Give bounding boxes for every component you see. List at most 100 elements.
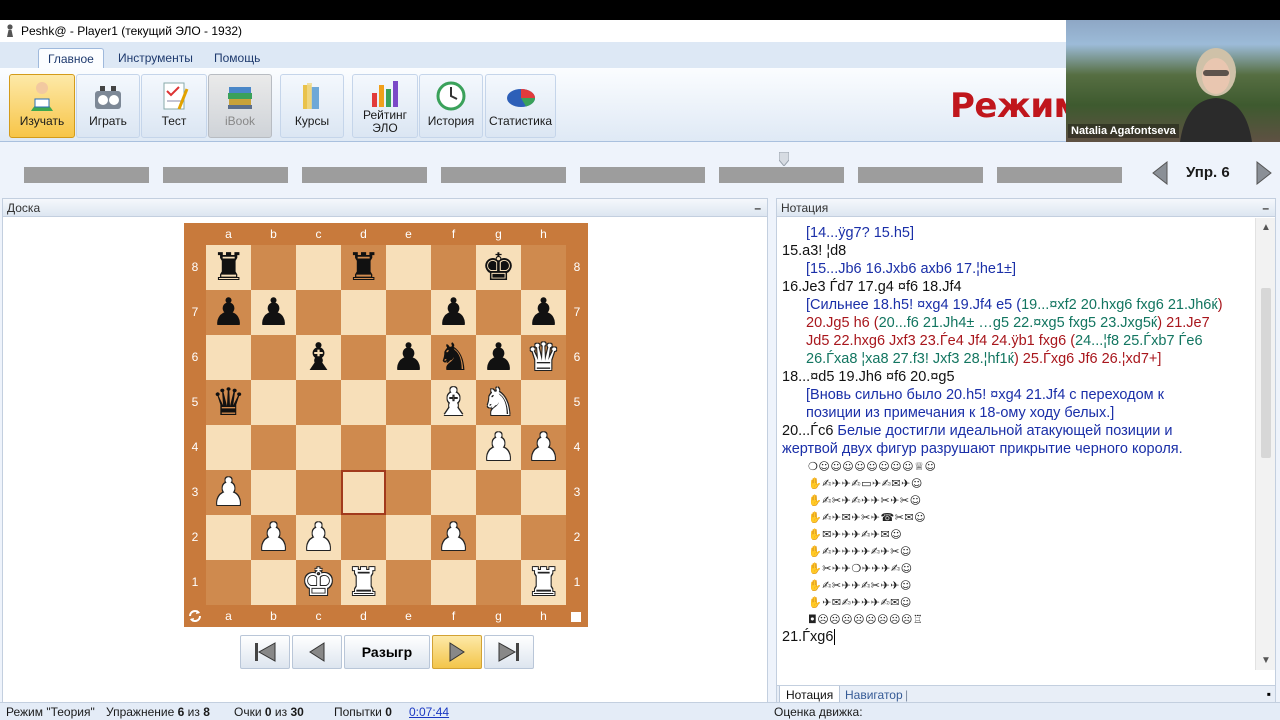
black-bishop-icon[interactable]: ♝ bbox=[301, 335, 335, 380]
subvariation-text[interactable]: 26.Ѓxa8 ¦xa8 27.f3! Jxf3 28.¦hf1ќ bbox=[806, 351, 1014, 367]
black-king-icon[interactable]: ♚ bbox=[481, 245, 515, 290]
black-pawn-icon[interactable]: ♟ bbox=[211, 290, 245, 335]
square-d4[interactable] bbox=[341, 425, 386, 470]
square-f8[interactable] bbox=[431, 245, 476, 290]
black-queen-icon[interactable]: ♛ bbox=[211, 380, 245, 425]
history-button[interactable]: История bbox=[419, 74, 483, 138]
play-out-button[interactable]: Разыгр bbox=[344, 635, 430, 669]
square-a6[interactable] bbox=[206, 335, 251, 380]
white-pawn-icon[interactable]: ♟ bbox=[211, 470, 245, 515]
square-b3[interactable] bbox=[251, 470, 296, 515]
notation-line[interactable]: 20...Ѓc6 Белые достигли идеальной атакую… bbox=[782, 422, 1255, 440]
first-move-button[interactable] bbox=[240, 635, 290, 669]
notation-line[interactable]: 18...¤d5 19.Jh6 ¤f6 20.¤g5 bbox=[782, 368, 1255, 386]
square-b1[interactable] bbox=[251, 560, 296, 605]
square-a5[interactable]: ♛ bbox=[206, 380, 251, 425]
square-b7[interactable]: ♟ bbox=[251, 290, 296, 335]
notation-line[interactable]: Jd5 22.hxg6 Jxf3 23.Ѓe4 Jf4 24.ÿb1 fxg6 … bbox=[782, 332, 1255, 350]
study-button[interactable]: Изучать bbox=[9, 74, 75, 138]
square-g7[interactable] bbox=[476, 290, 521, 335]
white-bishop-icon[interactable]: ♝ bbox=[436, 380, 470, 425]
variation-text[interactable]: [15...Jb6 16.Jxb6 axb6 17.¦he1±] bbox=[806, 261, 1016, 277]
courses-button[interactable]: Курсы bbox=[280, 74, 344, 138]
variation-text[interactable]: [Сильнее 18.h5! ¤xg4 19.Jf4 e5 ( bbox=[806, 297, 1021, 313]
scroll-down-icon[interactable]: ▼ bbox=[1261, 655, 1271, 666]
square-h4[interactable]: ♟ bbox=[521, 425, 566, 470]
move-text[interactable]: 16.Je3 Ѓd7 17.g4 ¤f6 18.Jf4 bbox=[782, 279, 962, 295]
square-a8[interactable]: ♜ bbox=[206, 245, 251, 290]
white-pawn-icon[interactable]: ♟ bbox=[256, 515, 290, 560]
square-b8[interactable] bbox=[251, 245, 296, 290]
comment-text[interactable]: [Вновь сильно было 20.h5! ¤xg4 21.Jf4 с … bbox=[806, 387, 1164, 403]
square-a4[interactable] bbox=[206, 425, 251, 470]
next-move-button[interactable] bbox=[432, 635, 482, 669]
notation-line[interactable]: 21.Ѓxg6 bbox=[782, 628, 1255, 646]
square-h3[interactable] bbox=[521, 470, 566, 515]
subvariation-text[interactable]: 20...f6 21.Jh4± …g5 22.¤xg5 fxg5 23.Jxg5… bbox=[879, 315, 1158, 331]
notation-text[interactable]: [14...ÿg7? 15.h5] 15.a3! ¦d8 [15...Jb6 1… bbox=[777, 218, 1255, 670]
white-king-icon[interactable]: ♚ bbox=[301, 560, 335, 605]
black-pawn-icon[interactable]: ♟ bbox=[481, 335, 515, 380]
square-a7[interactable]: ♟ bbox=[206, 290, 251, 335]
black-pawn-icon[interactable]: ♟ bbox=[436, 290, 470, 335]
notation-line[interactable]: [Вновь сильно было 20.h5! ¤xg4 21.Jf4 с … bbox=[782, 386, 1255, 404]
variation-text[interactable]: ) 21.Je7 bbox=[1157, 315, 1209, 331]
square-c7[interactable] bbox=[296, 290, 341, 335]
square-f1[interactable] bbox=[431, 560, 476, 605]
notation-line[interactable]: 16.Je3 Ѓd7 17.g4 ¤f6 18.Jf4 bbox=[782, 278, 1255, 296]
rating-button[interactable]: Рейтинг ЭЛО bbox=[352, 74, 418, 138]
flip-board-icon[interactable] bbox=[188, 609, 202, 623]
notation-line[interactable]: жертвой двух фигур разрушают прикрытие ч… bbox=[782, 440, 1255, 458]
square-g1[interactable] bbox=[476, 560, 521, 605]
square-e3[interactable] bbox=[386, 470, 431, 515]
progress-segment-6[interactable] bbox=[719, 167, 844, 183]
white-knight-icon[interactable]: ♞ bbox=[481, 380, 515, 425]
ibook-button[interactable]: iBook bbox=[208, 74, 272, 138]
test-button[interactable]: Тест bbox=[141, 74, 207, 138]
progress-segment-2[interactable] bbox=[163, 167, 288, 183]
square-a1[interactable] bbox=[206, 560, 251, 605]
notation-line[interactable]: 20.Jg5 h6 (20...f6 21.Jh4± …g5 22.¤xg5 f… bbox=[782, 314, 1255, 332]
square-b6[interactable] bbox=[251, 335, 296, 380]
square-b5[interactable] bbox=[251, 380, 296, 425]
black-pawn-icon[interactable]: ♟ bbox=[256, 290, 290, 335]
move-text[interactable]: 15.a3! ¦d8 bbox=[782, 243, 846, 259]
progress-segment-3[interactable] bbox=[302, 167, 427, 183]
subvariation-text[interactable]: 19...¤xf2 20.hxg6 fxg6 21.Jh6ќ bbox=[1021, 297, 1218, 313]
notation-line[interactable]: [15...Jb6 16.Jxb6 axb6 17.¦he1±] bbox=[782, 260, 1255, 278]
square-b2[interactable]: ♟ bbox=[251, 515, 296, 560]
black-pawn-icon[interactable]: ♟ bbox=[526, 290, 560, 335]
square-h8[interactable] bbox=[521, 245, 566, 290]
ribbon-tab-main[interactable]: Главное bbox=[38, 48, 104, 68]
next-exercise-icon[interactable] bbox=[1256, 161, 1272, 185]
square-d6[interactable] bbox=[341, 335, 386, 380]
square-d8[interactable]: ♜ bbox=[341, 245, 386, 290]
square-d1[interactable]: ♜ bbox=[341, 560, 386, 605]
square-f7[interactable]: ♟ bbox=[431, 290, 476, 335]
square-f2[interactable]: ♟ bbox=[431, 515, 476, 560]
square-g5[interactable]: ♞ bbox=[476, 380, 521, 425]
square-h5[interactable] bbox=[521, 380, 566, 425]
comment-text[interactable]: жертвой двух фигур разрушают прикрытие ч… bbox=[782, 441, 1183, 457]
black-knight-icon[interactable]: ♞ bbox=[436, 335, 470, 380]
square-f5[interactable]: ♝ bbox=[431, 380, 476, 425]
notation-line[interactable]: 15.a3! ¦d8 bbox=[782, 242, 1255, 260]
ribbon-tab-help[interactable]: Помощь bbox=[205, 48, 269, 68]
square-c3[interactable] bbox=[296, 470, 341, 515]
progress-segment-7[interactable] bbox=[858, 167, 983, 183]
square-c1[interactable]: ♚ bbox=[296, 560, 341, 605]
square-h2[interactable] bbox=[521, 515, 566, 560]
subvariation-text[interactable]: 24...¦f8 25.Ѓxb7 Ѓe6 bbox=[1075, 333, 1203, 349]
progress-segment-1[interactable] bbox=[24, 167, 149, 183]
white-pawn-icon[interactable]: ♟ bbox=[436, 515, 470, 560]
move-text[interactable]: 18...¤d5 19.Jh6 ¤f6 20.¤g5 bbox=[782, 369, 955, 385]
variation-text[interactable]: 20.Jg5 h6 ( bbox=[806, 315, 879, 331]
ribbon-tab-tools[interactable]: Инструменты bbox=[109, 48, 202, 68]
panel-menu-icon[interactable]: ▪ bbox=[1267, 687, 1271, 701]
square-e1[interactable] bbox=[386, 560, 431, 605]
white-pawn-icon[interactable]: ♟ bbox=[526, 425, 560, 470]
square-c4[interactable] bbox=[296, 425, 341, 470]
square-a2[interactable] bbox=[206, 515, 251, 560]
square-e2[interactable] bbox=[386, 515, 431, 560]
variation-text[interactable]: [14...ÿg7? 15.h5] bbox=[806, 225, 914, 241]
